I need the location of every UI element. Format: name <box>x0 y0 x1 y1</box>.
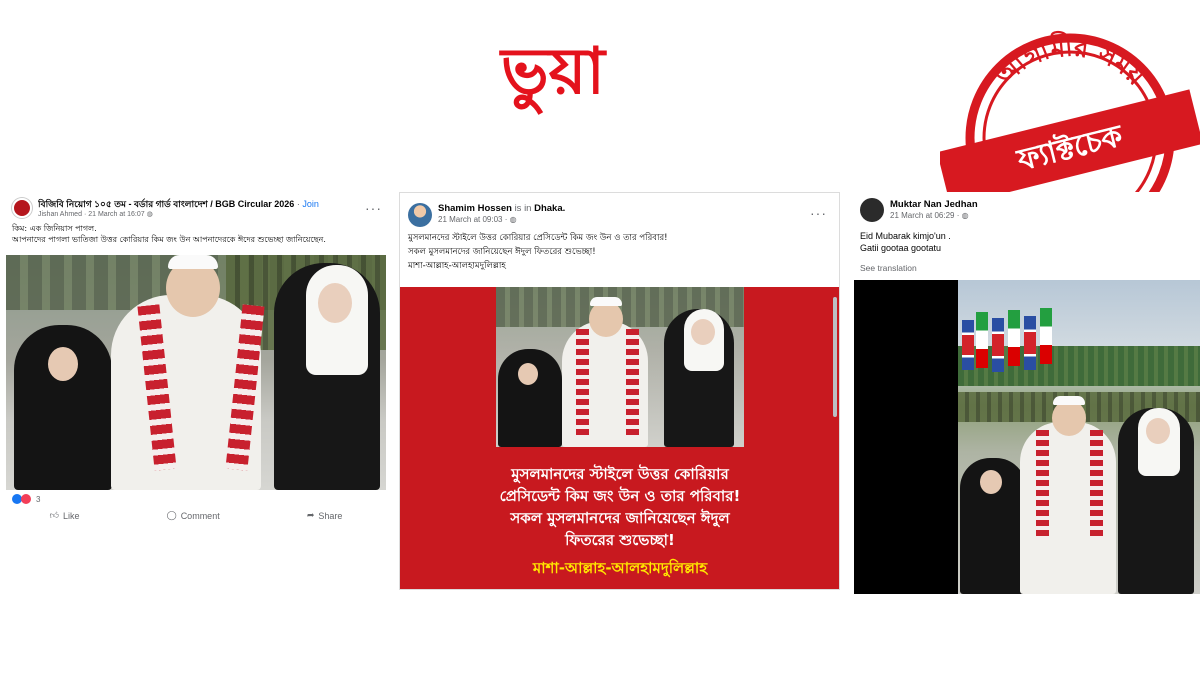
post-card-3: Muktar Nan Jedhan 21 March at 06:29 · ◍ … <box>854 192 1200 594</box>
fake-label: ভুয়া <box>501 35 605 109</box>
more-options-icon[interactable]: ··· <box>810 205 827 221</box>
banner-line: মুসলমানদের স্টাইলে উত্তর কোরিয়ার <box>511 465 729 483</box>
globe-icon: · ◍ <box>956 211 969 220</box>
banner-line: সকল মুসলমানদের জানিয়েছেন ঈদুল <box>510 509 730 527</box>
post-time[interactable]: 21 March at 06:29 <box>890 211 954 220</box>
post-actions: 👍︎ Like ◯ Comment ➦ Share <box>6 510 386 521</box>
reaction-count: 3 <box>36 494 41 504</box>
caption-line: মুসলমানদের স্টাইলে উত্তর কোরিয়ার প্রেসি… <box>408 233 668 243</box>
caption-line: Gatii gootaa gootatu <box>860 243 942 253</box>
share-label: Share <box>318 510 343 521</box>
post-time[interactable]: 21 March at 09:03 <box>438 215 502 224</box>
banner-line-highlight: মাশা-আল্লাহ-আলহামদুলিল্লাহ <box>532 559 708 577</box>
is-in-text: is in <box>514 203 532 214</box>
reactions[interactable]: 3 <box>12 494 40 504</box>
post-photo[interactable] <box>6 255 386 490</box>
svg-text:আগামীর সময়: আগামীর সময় <box>989 29 1152 92</box>
thumbs-up-icon: 👍︎ <box>49 510 59 520</box>
see-translation-link[interactable]: See translation <box>860 263 917 273</box>
author-avatar[interactable] <box>408 203 432 227</box>
like-button[interactable]: 👍︎ Like <box>50 510 80 521</box>
banner-line: প্রেসিডেন্ট কিম জং উন ও তার পরিবার! <box>499 487 741 505</box>
author-name[interactable]: Jishan Ahmed <box>38 211 82 218</box>
share-button[interactable]: ➦ Share <box>307 510 343 521</box>
banner-line: ফিতরের শুভেচ্ছা! <box>565 531 675 549</box>
comment-label: Comment <box>180 510 220 521</box>
love-reaction-icon <box>21 494 31 504</box>
author-name[interactable]: Muktar Nan Jedhan <box>890 199 978 211</box>
globe-icon: · ◍ <box>504 215 517 224</box>
seal-top-text: আগামীর সময় <box>989 29 1152 92</box>
caption-line: মাশা-আল্লাহ-আলহামদুলিল্লাহ <box>408 261 506 271</box>
author-avatar[interactable] <box>860 198 884 222</box>
more-options-icon[interactable]: ··· <box>365 200 382 216</box>
post-caption: কিম: এক জিনিয়াস পাগল. আপনাদের পাগলা ভাত… <box>12 223 384 245</box>
post-header: বিজিবি নিয়োগ ১০৫ তম - বর্ডার গার্ড বাংল… <box>6 190 386 218</box>
caption-line: আপনাদের পাগলা ভাতিজা উত্তর কোরিয়ার কিম … <box>12 235 326 244</box>
post-card-2: Shamim Hossen is in Dhaka. 21 March at 0… <box>399 192 840 590</box>
post-caption: মুসলমানদের স্টাইলে উত্তর কোরিয়ার প্রেসি… <box>408 231 833 273</box>
caption-line: কিম: এক জিনিয়াস পাগল. <box>12 224 97 233</box>
author-name[interactable]: Shamim Hossen <box>438 203 512 214</box>
share-icon: ➦ <box>306 510 315 520</box>
post-card-1: বিজিবি নিয়োগ ১০৫ তম - বর্ডার গার্ড বাংল… <box>6 190 386 530</box>
like-label: Like <box>62 510 80 521</box>
post-header: Shamim Hossen is in Dhaka. 21 March at 0… <box>400 193 839 227</box>
post-photo <box>496 287 744 447</box>
group-name[interactable]: বিজিবি নিয়োগ ১০৫ তম - বর্ডার গার্ড বাংল… <box>38 199 294 209</box>
globe-icon: ◍ <box>146 211 153 218</box>
post-caption: Eid Mubarak kimjo'un . Gatii gootaa goot… <box>860 230 951 254</box>
post-photo[interactable] <box>854 280 1200 594</box>
join-link[interactable]: Join <box>302 199 319 209</box>
caption-line: Eid Mubarak kimjo'un . <box>860 231 951 241</box>
scrollbar[interactable] <box>833 297 837 417</box>
caption-line: সকল মুসলমানদের জানিয়েছেন ঈদুল ফিতরের শু… <box>408 247 596 257</box>
group-avatar[interactable] <box>12 198 32 218</box>
post-image-banner[interactable]: মুসলমানদের স্টাইলে উত্তর কোরিয়ার প্রেসি… <box>400 287 839 589</box>
comment-icon: ◯ <box>166 510 177 520</box>
fake-headline: ভুয়া <box>478 22 628 122</box>
comment-button[interactable]: ◯ Comment <box>167 510 220 521</box>
post-header: Muktar Nan Jedhan 21 March at 06:29 · ◍ <box>854 192 1200 222</box>
post-time[interactable]: 21 March at 16:07 <box>88 211 144 218</box>
location-link[interactable]: Dhaka. <box>534 203 565 214</box>
